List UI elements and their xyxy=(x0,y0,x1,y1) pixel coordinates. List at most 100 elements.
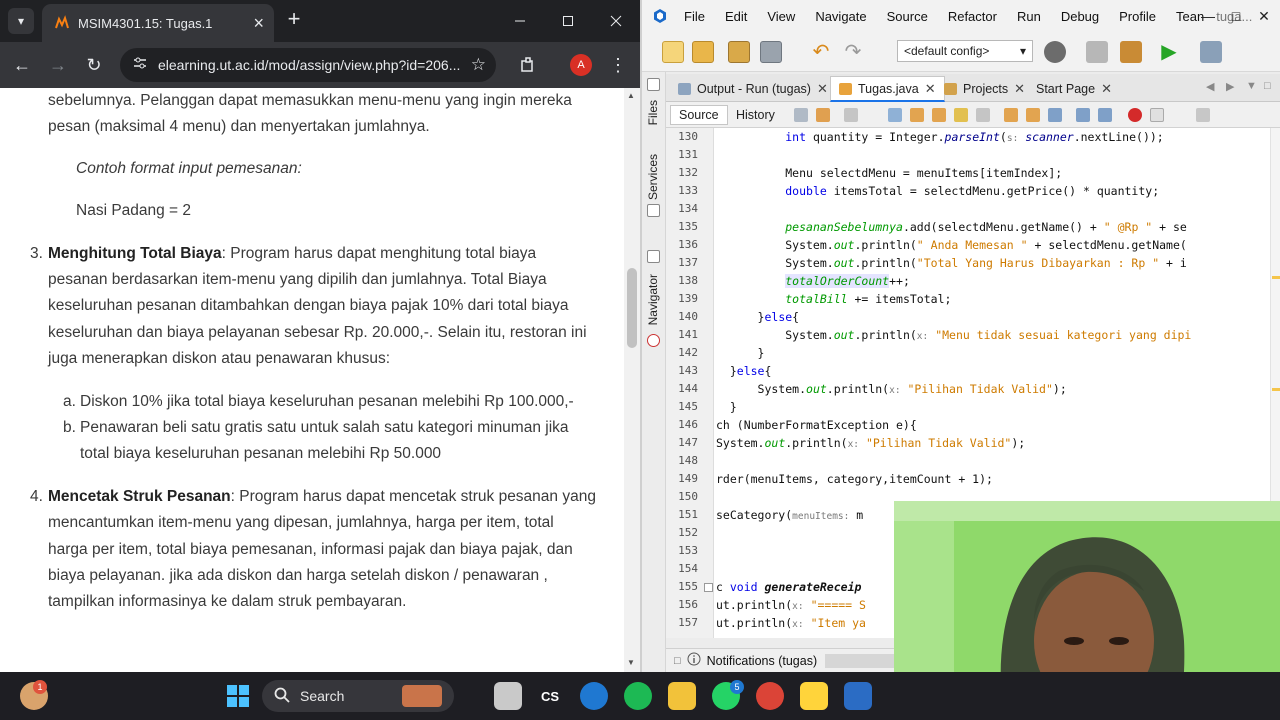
maximize-icon[interactable] xyxy=(544,0,592,42)
code-line[interactable]: } xyxy=(716,346,765,360)
code-line[interactable]: Menu selectdMenu = menuItems[itemIndex]; xyxy=(716,166,1062,180)
code-fold-icon[interactable] xyxy=(704,583,713,592)
tab-tugas-java[interactable]: Tugas.java ✕ xyxy=(830,76,945,102)
side-tab-services[interactable]: Services xyxy=(646,154,660,200)
menu-run[interactable]: Run xyxy=(1017,9,1041,24)
code-line[interactable]: System.out.println(x: "Menu tidak sesuai… xyxy=(716,328,1191,342)
side-tab-files[interactable]: Files xyxy=(646,100,660,125)
redo-icon[interactable]: ↷ xyxy=(842,41,864,63)
profile-avatar[interactable]: A xyxy=(570,54,592,76)
scroll-up-icon[interactable]: ▲ xyxy=(627,91,635,100)
find-previous-icon[interactable] xyxy=(910,108,924,122)
tab-start-page[interactable]: Start Page ✕ xyxy=(1028,76,1120,102)
code-line[interactable]: } xyxy=(716,400,737,414)
tab-close-icon[interactable]: × xyxy=(253,14,264,32)
extensions-icon[interactable] xyxy=(514,51,542,79)
source-tab[interactable]: Source xyxy=(670,105,728,125)
open-project-icon[interactable] xyxy=(728,41,750,63)
run-icon[interactable]: ▶ xyxy=(1158,41,1180,63)
scroll-thumb[interactable] xyxy=(627,268,637,348)
new-file-icon[interactable] xyxy=(662,41,684,63)
address-bar[interactable]: elearning.ut.ac.id/mod/assign/view.php?i… xyxy=(120,48,496,82)
edge-icon[interactable] xyxy=(580,682,608,710)
file-explorer-widget-icon[interactable] xyxy=(494,682,522,710)
last-edit-icon[interactable] xyxy=(794,108,808,122)
cs-app-icon[interactable]: CS xyxy=(536,682,564,710)
back-icon[interactable] xyxy=(816,108,830,122)
chrome-icon[interactable] xyxy=(756,682,784,710)
chrome-menu-icon[interactable]: ⋮ xyxy=(604,51,632,79)
menu-source[interactable]: Source xyxy=(887,9,928,24)
folder-icon[interactable] xyxy=(668,682,696,710)
build-hammer-icon[interactable] xyxy=(1086,41,1108,63)
close-icon[interactable]: ✕ xyxy=(925,81,936,97)
tab-projects[interactable]: Projects ✕ xyxy=(936,76,1033,102)
code-line[interactable]: System.out.println(x: "Pilihan Tidak Val… xyxy=(716,436,1025,450)
page-scrollbar[interactable]: ▲ ▼ xyxy=(624,88,640,672)
side-tab-navigator[interactable]: Navigator xyxy=(646,274,660,325)
site-info-icon[interactable] xyxy=(132,55,148,76)
ide-minimize-icon[interactable]: — xyxy=(1194,0,1222,32)
taskbar-search[interactable]: Search xyxy=(262,680,454,712)
code-line[interactable]: int quantity = Integer.parseInt(s: scann… xyxy=(716,130,1163,144)
code-line[interactable]: pesananSebelumnya.add(selectdMenu.getNam… xyxy=(716,220,1187,234)
code-line[interactable]: totalOrderCount++; xyxy=(716,274,910,288)
spotify-icon[interactable] xyxy=(624,682,652,710)
code-line[interactable]: totalBill += itemsTotal; xyxy=(716,292,951,306)
code-line[interactable]: System.out.println("Total Yang Harus Dib… xyxy=(716,256,1187,270)
code-line[interactable]: System.out.println(" Anda Memesan " + se… xyxy=(716,238,1187,252)
tab-list-icon[interactable]: ▼ xyxy=(1246,80,1257,92)
code-line[interactable]: c void generateReceip xyxy=(716,580,861,594)
minimize-icon[interactable] xyxy=(496,0,544,42)
tab-output[interactable]: Output - Run (tugas) ✕ xyxy=(670,76,836,102)
shift-right-icon[interactable] xyxy=(1098,108,1112,122)
debug-icon[interactable] xyxy=(1200,41,1222,63)
shift-left-icon[interactable] xyxy=(1076,108,1090,122)
tab-scroll-left-icon[interactable]: ◀ xyxy=(1206,80,1214,93)
forward-arrow-icon[interactable]: → xyxy=(44,51,72,79)
find-icon[interactable] xyxy=(888,108,902,122)
maximize-window-icon[interactable]: □ xyxy=(1264,80,1271,92)
close-icon[interactable]: ✕ xyxy=(1101,81,1112,97)
menu-navigate[interactable]: Navigate xyxy=(815,9,866,24)
tab-scroll-right-icon[interactable]: ▶ xyxy=(1226,80,1234,93)
browser-tab-active[interactable]: MSIM4301.15: Tugas.1 × xyxy=(42,4,274,42)
toggle-bookmark-icon[interactable] xyxy=(1048,108,1062,122)
comment-icon[interactable] xyxy=(1196,108,1210,122)
services-panel-icon[interactable] xyxy=(647,204,660,217)
ide-maximize-icon[interactable]: □ xyxy=(1222,0,1250,32)
menu-view[interactable]: View xyxy=(767,9,795,24)
save-all-icon[interactable] xyxy=(760,41,782,63)
status-notifications[interactable]: Notifications (tugas) xyxy=(707,654,817,668)
toggle-rect-select-icon[interactable] xyxy=(976,108,990,122)
code-line[interactable]: double itemsTotal = selectdMenu.getPrice… xyxy=(716,184,1159,198)
code-line[interactable]: seCategory(menuItems: m xyxy=(716,508,863,522)
toggle-highlight-icon[interactable] xyxy=(954,108,968,122)
prev-bookmark-icon[interactable] xyxy=(1004,108,1018,122)
netbeans-taskbar-icon[interactable] xyxy=(844,682,872,710)
code-line[interactable]: ut.println(x: "===== S xyxy=(716,598,866,612)
menu-file[interactable]: File xyxy=(684,9,705,24)
globe-icon[interactable] xyxy=(1044,41,1066,63)
files-panel-icon[interactable] xyxy=(647,78,660,91)
code-line[interactable]: System.out.println(x: "Pilihan Tidak Val… xyxy=(716,382,1067,396)
menu-profile[interactable]: Profile xyxy=(1119,9,1156,24)
reload-icon[interactable]: ↻ xyxy=(80,51,108,79)
navigator-stop-icon[interactable] xyxy=(647,334,660,347)
stop-macro-icon[interactable] xyxy=(1150,108,1164,122)
code-line[interactable]: ut.println(x: "Item ya xyxy=(716,616,866,630)
tab-search-dropdown-icon[interactable]: ▾ xyxy=(8,8,34,34)
new-tab-button[interactable]: + xyxy=(282,8,306,32)
history-tab[interactable]: History xyxy=(728,105,783,125)
next-bookmark-icon[interactable] xyxy=(1026,108,1040,122)
sticky-notes-icon[interactable] xyxy=(800,682,828,710)
bookmark-star-icon[interactable]: ☆ xyxy=(471,55,486,75)
menu-edit[interactable]: Edit xyxy=(725,9,747,24)
close-icon[interactable]: ✕ xyxy=(1014,81,1025,97)
code-line[interactable]: }else{ xyxy=(716,310,800,324)
find-next-icon[interactable] xyxy=(932,108,946,122)
close-window-icon[interactable] xyxy=(592,0,640,42)
menu-refactor[interactable]: Refactor xyxy=(948,9,997,24)
new-project-icon[interactable] xyxy=(692,41,714,63)
scroll-down-icon[interactable]: ▼ xyxy=(627,658,635,667)
